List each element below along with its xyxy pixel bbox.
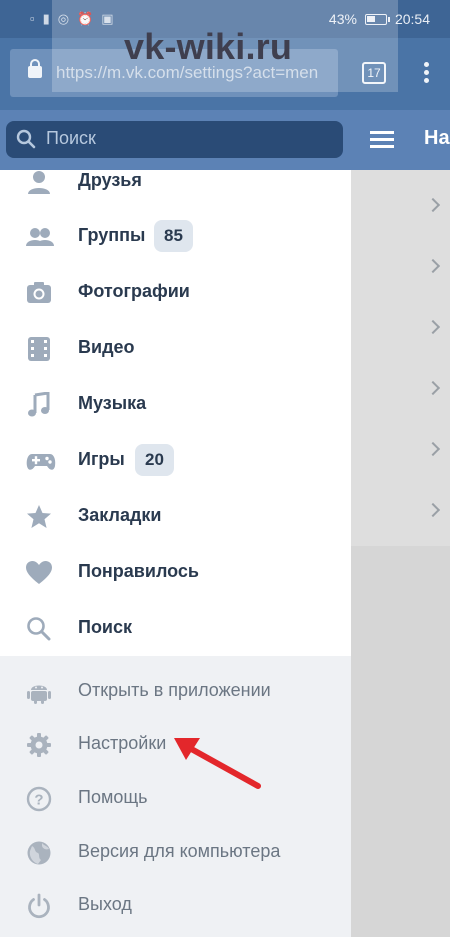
menu-item-label: Группы: [78, 225, 146, 245]
help-icon: ?: [26, 786, 52, 812]
menu-item-label: Фотографии: [78, 281, 190, 301]
menu-item-label: Помощь: [78, 787, 148, 807]
menu-item-label: Поиск: [78, 617, 133, 637]
menu-item-logout[interactable]: Выход: [0, 880, 351, 930]
menu-item-label: Игры: [78, 449, 125, 469]
lock-icon: [28, 59, 42, 78]
menu-item-bookmarks[interactable]: Закладки: [0, 491, 351, 541]
menu-item-label: Выход: [78, 894, 132, 914]
hamburger-menu-icon[interactable]: [370, 131, 394, 149]
gear-icon: [26, 732, 52, 758]
menu-item-liked[interactable]: Понравилось: [0, 547, 351, 597]
globe-icon: [26, 840, 52, 866]
gamepad-icon: [26, 448, 56, 474]
android-icon: [26, 679, 52, 705]
search-icon: [16, 129, 36, 149]
search-icon: [26, 616, 52, 642]
menu-item-music[interactable]: Музыка: [0, 379, 351, 429]
menu-item-label: Видео: [78, 337, 135, 357]
svg-text:?: ?: [34, 792, 43, 809]
video-icon: [26, 336, 52, 362]
menu-item-video[interactable]: Видео: [0, 323, 351, 373]
menu-item-label: Понравилось: [78, 561, 199, 581]
watermark-text: vk-wiki.ru: [124, 26, 293, 67]
friends-icon: [26, 169, 52, 195]
page-title: На: [424, 127, 450, 149]
menu-item-label: Открыть в приложении: [78, 680, 271, 700]
menu-item-desktop-version[interactable]: Версия для компьютера: [0, 827, 351, 877]
sim-icon: ▫: [30, 11, 35, 26]
signal-icon: ▮: [42, 11, 50, 26]
menu-item-groups[interactable]: Группы 85: [0, 211, 351, 261]
menu-item-friends[interactable]: Друзья: [0, 156, 351, 206]
menu-item-label: Друзья: [78, 170, 142, 190]
menu-item-search[interactable]: Поиск: [0, 603, 351, 653]
menu-item-games[interactable]: Игры 20: [0, 435, 351, 485]
clock: 20:54: [394, 11, 430, 27]
more-menu-icon[interactable]: [424, 62, 430, 86]
heart-icon: [26, 560, 52, 586]
groups-icon: [26, 224, 54, 250]
menu-item-label: Музыка: [78, 393, 147, 413]
count-badge: 20: [135, 444, 174, 476]
annotation-arrow-icon: [174, 738, 261, 789]
music-icon: [26, 391, 52, 418]
background-page: [351, 170, 450, 546]
count-badge: 85: [154, 220, 193, 252]
menu-item-photos[interactable]: Фотографии: [0, 267, 351, 317]
menu-item-label: Закладки: [78, 505, 162, 525]
search-placeholder: Поиск: [46, 128, 96, 148]
menu-item-label: Настройки: [78, 733, 167, 753]
power-icon: [26, 893, 52, 919]
star-icon: [26, 504, 52, 530]
camera-icon: [26, 280, 52, 306]
menu-item-open-app[interactable]: Открыть в приложении: [0, 666, 351, 716]
menu-item-label: Версия для компьютера: [78, 841, 281, 861]
